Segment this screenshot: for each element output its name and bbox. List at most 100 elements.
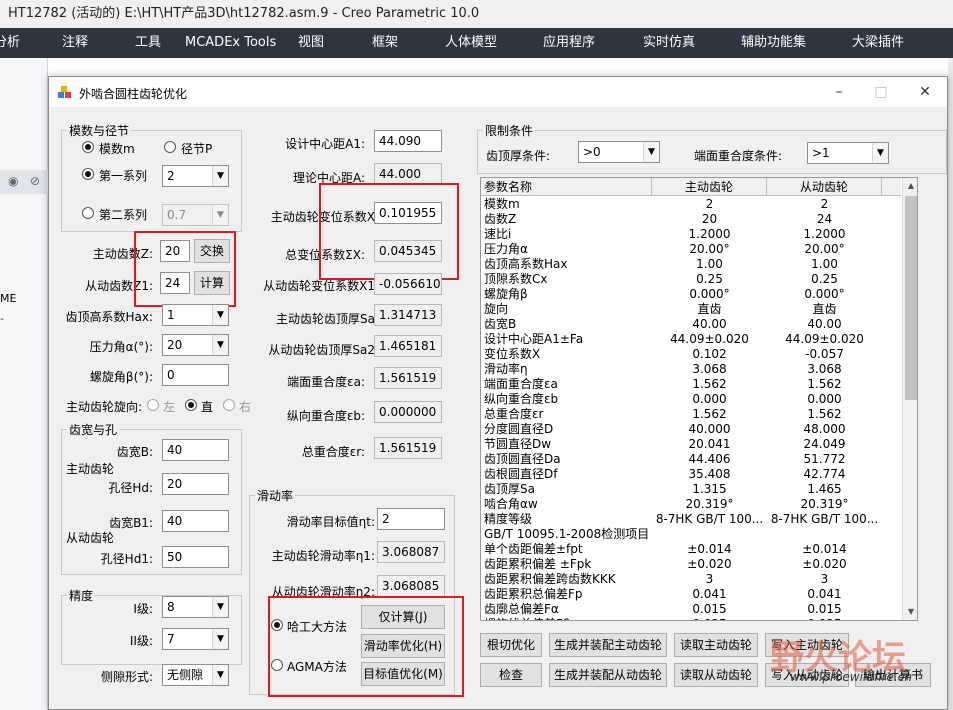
table-row[interactable]: 分度圆直径D 40.000 48.000 [481,422,901,437]
menu-beam-plugin[interactable]: 大梁插件 [852,28,904,58]
series2-radio[interactable] [82,207,94,219]
table-row[interactable]: 啮合角αw 20.319° 20.319° [481,497,901,512]
table-row[interactable]: 齿顶高系数Hax 1.00 1.00 [481,257,901,272]
table-row[interactable]: 齿顶圆直径Da 44.406 51.772 [481,452,901,467]
hd1-input[interactable]: 50 [162,546,229,568]
tip-thickness-select[interactable]: >0 ▼ [578,141,660,163]
menu-aux-functions[interactable]: 辅助功能集 [741,28,806,58]
table-row[interactable]: 滑动率η 3.068 3.068 [481,362,901,377]
hide-icon[interactable]: ⊘ [30,174,40,188]
menu-applications[interactable]: 应用程序 [543,28,595,58]
hand-straight-radio[interactable] [185,399,197,411]
eb-label: 纵向重合度εb: [286,409,365,423]
eye-icon[interactable]: ◉ [8,174,18,188]
table-row[interactable]: 齿距累积偏差跨齿数KKK 3 3 [481,572,901,587]
table-row[interactable]: 单个齿距偏差±fpt ±0.014 ±0.014 [481,542,901,557]
module-radio[interactable] [82,141,94,153]
driven-value-cell: 24 [816,212,833,226]
tree-item-marker: - [0,312,4,325]
param-name-cell: 单个齿距偏差±fpt [484,542,583,556]
table-row[interactable]: 速比i 1.2000 1.2000 [481,227,901,242]
table-row[interactable]: 变位系数X 0.102 -0.057 [481,347,901,362]
menu-tools[interactable]: 工具 [135,28,161,58]
series2-select[interactable]: 0.7 ▼ [162,204,229,226]
gen-driven-gear-button[interactable]: 生成并装配从动齿轮 [549,663,667,687]
menu-mcadex-tools[interactable]: MCADEx Tools [185,28,276,58]
read-driven-gear-button[interactable]: 读取从动齿轮 [674,663,758,687]
pressure-angle-select[interactable]: 20 ▼ [162,334,229,356]
scroll-thumb[interactable] [905,196,917,400]
menu-analysis[interactable]: 分析 [0,28,20,58]
minimize-icon[interactable]: – [819,79,859,105]
table-row[interactable]: 齿根圆直径Df 35.408 42.774 [481,467,901,482]
b-input[interactable]: 40 [162,439,229,461]
driven-value-cell: 0.015 [807,602,842,616]
driven-value-cell: 0.000 [807,392,842,406]
table-row[interactable]: 齿顶厚Sa 1.315 1.465 [481,482,901,497]
check-button[interactable]: 检查 [480,663,542,687]
a1-input[interactable]: 44.090 [374,130,442,152]
helix-angle-input[interactable]: 0 [162,364,229,386]
table-row[interactable]: 齿距累积偏差 ±Fpk ±0.020 ±0.020 [481,557,901,572]
table-row[interactable]: 设计中心距A1±Fa 44.09±0.020 44.09±0.020 [481,332,901,347]
table-scrollbar[interactable]: ▲ ▼ [902,178,917,620]
table-row[interactable]: 节圆直径Dw 20.041 24.049 [481,437,901,452]
table-row[interactable]: 齿数Z 20 24 [481,212,901,227]
driving-value-cell: 1.562 [692,407,727,421]
b1-input[interactable]: 40 [162,510,229,532]
hand-left-radio[interactable] [147,399,159,411]
driving-value-cell: 3.068 [692,362,727,376]
header-driven[interactable]: 从动齿轮 [767,178,882,196]
series1-select[interactable]: 2 ▼ [162,165,229,187]
backlash-select[interactable]: 无侧隙 ▼ [162,664,229,686]
series2-value: 0.7 [167,208,187,222]
root-cut-optimize-button[interactable]: 根切优化 [480,633,542,657]
chevron-down-icon: ▼ [212,597,228,617]
table-row[interactable]: 顶隙系数Cx 0.25 0.25 [481,272,901,287]
read-driving-gear-button[interactable]: 读取主动齿轮 [674,633,758,657]
close-icon[interactable]: ✕ [905,79,945,105]
series1-radio[interactable] [82,168,94,180]
driving-value-cell: 20 [701,212,718,226]
scroll-up-icon[interactable]: ▲ [903,178,917,194]
app-cubes-icon [57,84,73,100]
menu-manikin[interactable]: 人体模型 [445,28,497,58]
overlap-condition-select[interactable]: >1 ▼ [807,142,889,164]
driven-value-cell: 40.00 [807,317,842,331]
table-row[interactable]: 模数m 2 2 [481,197,901,212]
table-row[interactable]: 压力角α 20.00° 20.00° [481,242,901,257]
table-row[interactable]: 端面重合度εa 1.562 1.562 [481,377,901,392]
table-row[interactable]: 纵向重合度εb 0.000 0.000 [481,392,901,407]
hax-select[interactable]: 1 ▼ [162,304,229,326]
hd-input[interactable]: 20 [162,473,229,495]
table-row[interactable]: 齿距累积总偏差Fp 0.041 0.041 [481,587,901,602]
pitch-radio[interactable] [164,141,176,153]
table-row[interactable]: 齿宽B 40.00 40.00 [481,317,901,332]
driven-value-cell: 直齿 [812,302,837,316]
scroll-down-icon[interactable]: ▼ [903,604,917,620]
table-row[interactable]: GB/T 10095.1-2008检测项目 [481,527,901,542]
header-driving[interactable]: 主动齿轮 [652,178,767,196]
dialog-title-bar: 外啮合圆柱齿轮优化 – □ ✕ [49,77,947,107]
table-row[interactable]: 齿廓总偏差Fα 0.015 0.015 [481,602,901,617]
table-row[interactable]: 旋向 直齿 直齿 [481,302,901,317]
table-row[interactable]: 精度等级 8-7HK GB/T 100... 8-7HK GB/T 100... [481,512,901,527]
grade1-label: I级: [133,602,153,616]
table-row[interactable]: 总重合度εr 1.562 1.562 [481,407,901,422]
maximize-icon[interactable]: □ [861,79,901,105]
param-name-cell: 变位系数X [484,347,541,361]
table-row[interactable]: 螺旋角β 0.000° 0.000° [481,287,901,302]
grade1-select[interactable]: 8 ▼ [162,596,229,618]
driving-value-cell: 1.562 [692,377,727,391]
slip-target-input[interactable]: 2 [377,508,445,530]
header-param[interactable]: 参数名称 [481,178,652,196]
menu-frame[interactable]: 框架 [372,28,398,58]
gen-driving-gear-button[interactable]: 生成并装配主动齿轮 [549,633,667,657]
menu-realtime-sim[interactable]: 实时仿真 [643,28,695,58]
menu-view[interactable]: 视图 [298,28,324,58]
module-radio-label: 模数m [99,142,135,156]
hand-right-radio[interactable] [223,399,235,411]
grade2-select[interactable]: 7 ▼ [162,628,229,650]
table-row[interactable]: 螺旋线总偏差Fβ0.0250.025 [481,617,901,620]
menu-annotate[interactable]: 注释 [62,28,88,58]
